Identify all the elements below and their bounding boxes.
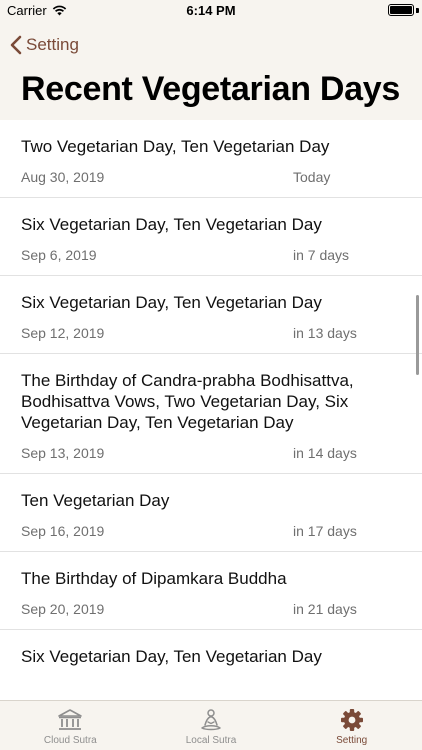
back-label: Setting (26, 35, 79, 54)
item-meta: Sep 12, 2019 in 13 days (21, 313, 398, 353)
list-item[interactable]: The Birthday of Dipamkara Buddha Sep 20,… (0, 552, 422, 630)
tab-local-sutra[interactable]: Local Sutra (141, 701, 282, 750)
item-relative-time: Today (293, 169, 331, 185)
item-date: Sep 12, 2019 (21, 325, 105, 341)
item-relative-time: in 7 days (293, 247, 350, 263)
status-time: 6:14 PM (186, 3, 236, 18)
list-item[interactable]: Six Vegetarian Day, Ten Vegetarian Day S… (0, 276, 422, 354)
tab-label: Setting (336, 735, 368, 746)
item-title: Six Vegetarian Day, Ten Vegetarian Day (21, 293, 322, 312)
item-meta (21, 667, 398, 700)
item-date: Sep 13, 2019 (21, 445, 105, 461)
tab-bar: Cloud Sutra Local Sutra Setting (0, 700, 422, 750)
meditation-icon (201, 709, 221, 731)
list-item[interactable]: Ten Vegetarian Day Sep 16, 2019 in 17 da… (0, 474, 422, 552)
vegetarian-days-list[interactable]: Two Vegetarian Day, Ten Vegetarian Day A… (0, 120, 422, 700)
list-item[interactable]: Six Vegetarian Day, Ten Vegetarian Day (0, 630, 422, 700)
item-relative-time: in 13 days (293, 325, 357, 341)
tab-cloud-sutra[interactable]: Cloud Sutra (0, 701, 141, 750)
item-date: Sep 16, 2019 (21, 523, 105, 539)
item-title: The Birthday of Candra-prabha Bodhisattv… (21, 371, 354, 432)
item-relative-time: in 21 days (293, 601, 357, 617)
navigation-header: Setting Recent Vegetarian Days (0, 22, 422, 120)
list-item[interactable]: The Birthday of Candra-prabha Bodhisattv… (0, 354, 422, 474)
item-meta: Sep 16, 2019 in 17 days (21, 511, 398, 551)
item-relative-time: in 17 days (293, 523, 357, 539)
item-title: Six Vegetarian Day, Ten Vegetarian Day (21, 215, 322, 234)
scroll-indicator[interactable] (416, 295, 419, 375)
tab-setting[interactable]: Setting (281, 701, 422, 750)
page-title: Recent Vegetarian Days (21, 70, 400, 108)
item-relative-time: in 14 days (293, 445, 357, 461)
item-title: Ten Vegetarian Day (21, 491, 170, 510)
item-date: Sep 20, 2019 (21, 601, 105, 617)
status-bar: Carrier 6:14 PM (0, 0, 422, 22)
battery-icon (388, 4, 414, 16)
back-button[interactable]: Setting (10, 32, 79, 58)
item-date: Sep 6, 2019 (21, 247, 97, 263)
list-item[interactable]: Two Vegetarian Day, Ten Vegetarian Day A… (0, 120, 422, 198)
tab-label: Local Sutra (185, 735, 237, 746)
item-date: Aug 30, 2019 (21, 169, 105, 185)
item-meta: Sep 20, 2019 in 21 days (21, 589, 398, 629)
item-meta: Sep 6, 2019 in 7 days (21, 235, 398, 275)
battery-cap (416, 8, 419, 13)
item-meta: Sep 13, 2019 in 14 days (21, 433, 398, 473)
bank-icon (58, 709, 83, 730)
item-meta: Aug 30, 2019 Today (21, 157, 398, 197)
item-title: Two Vegetarian Day, Ten Vegetarian Day (21, 137, 330, 156)
item-title: The Birthday of Dipamkara Buddha (21, 569, 287, 588)
tab-label: Cloud Sutra (43, 735, 97, 746)
chevron-left-icon (10, 35, 22, 55)
item-title: Six Vegetarian Day, Ten Vegetarian Day (21, 647, 322, 666)
gear-icon (340, 709, 363, 731)
list-item[interactable]: Six Vegetarian Day, Ten Vegetarian Day S… (0, 198, 422, 276)
